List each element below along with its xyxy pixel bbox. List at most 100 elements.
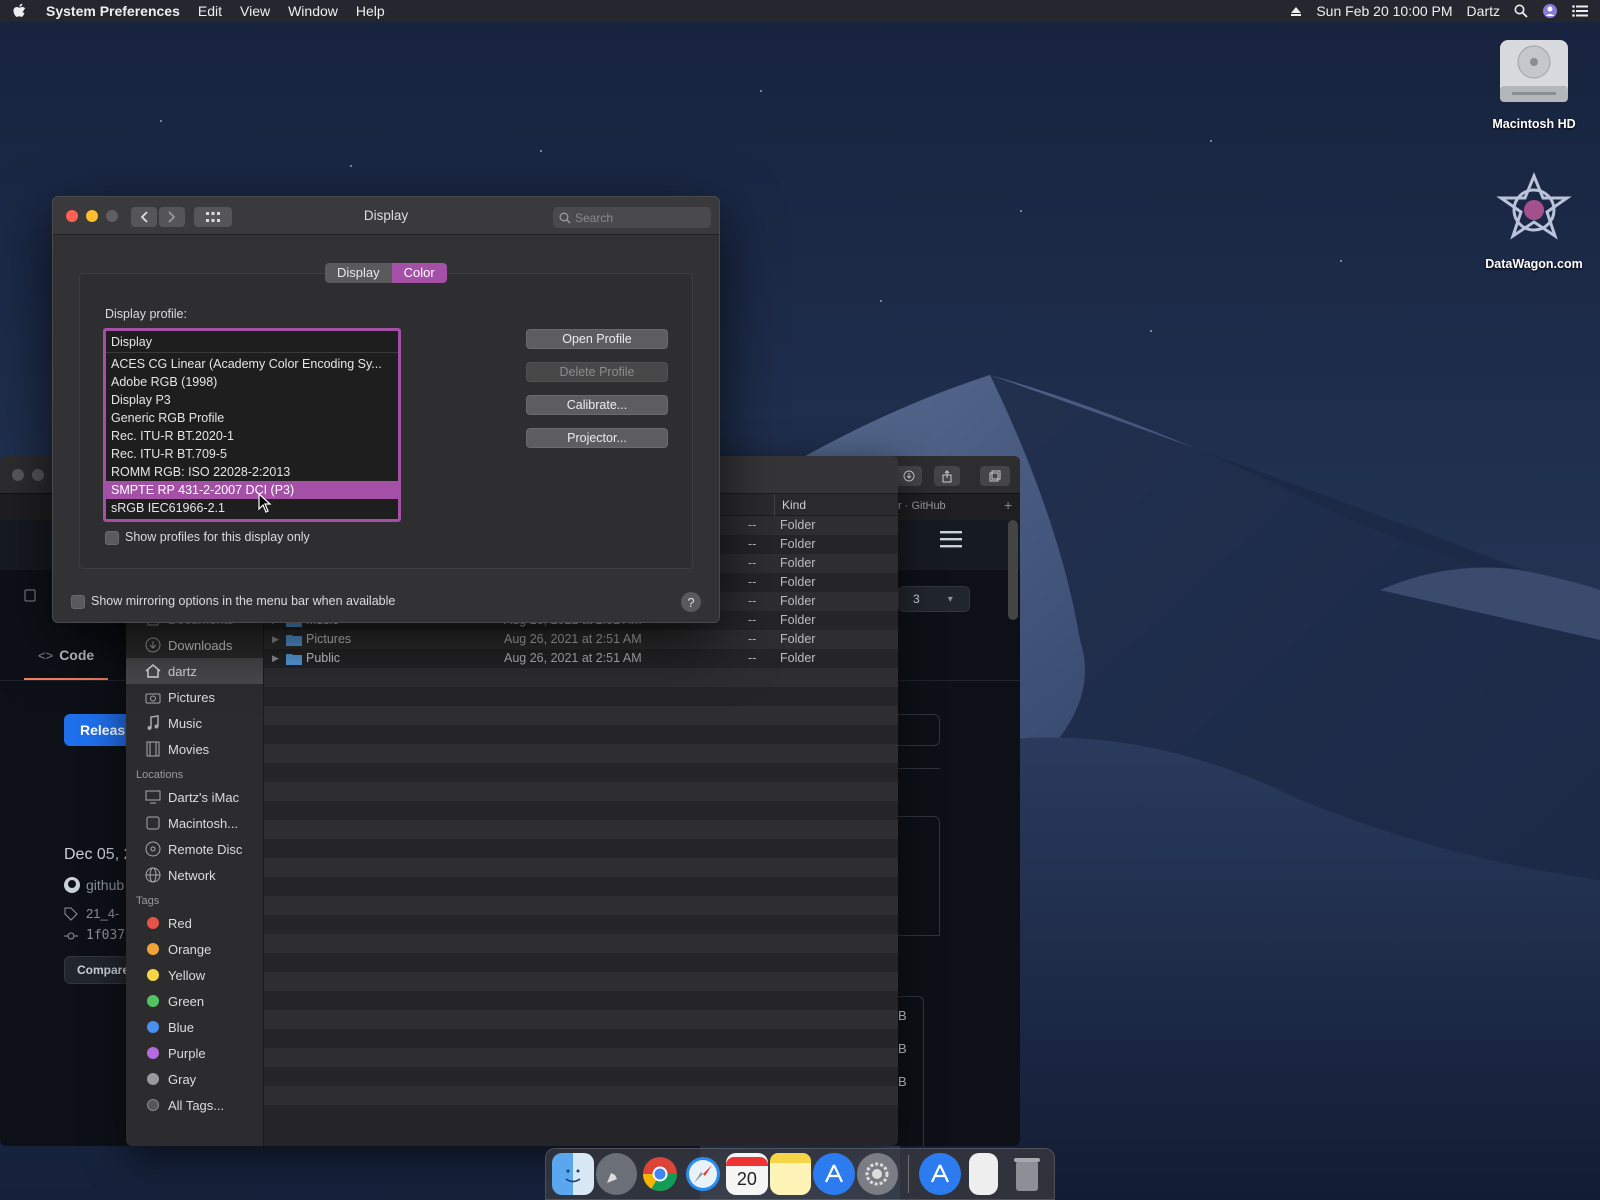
app-store-folder-icon[interactable]	[919, 1153, 961, 1195]
eject-icon[interactable]	[1290, 5, 1302, 17]
disclosure-triangle-icon[interactable]: ▶	[272, 634, 279, 645]
document-stack-icon[interactable]	[968, 1153, 999, 1195]
release-tag[interactable]: 21_4-	[64, 906, 119, 921]
sidebar-item-downloads[interactable]: Downloads	[126, 632, 263, 658]
sidebar-item-label: Dartz's iMac	[168, 789, 240, 805]
disclosure-triangle-icon[interactable]: ▶	[272, 653, 279, 664]
list-item[interactable]: ACES CG Linear (Academy Color Encoding S…	[106, 355, 398, 373]
siri-icon[interactable]	[1542, 3, 1558, 19]
browser-tab-title[interactable]: r · GitHub	[898, 500, 946, 512]
finder-icon[interactable]	[552, 1153, 594, 1195]
table-row	[264, 896, 898, 915]
list-item[interactable]: Rec. ITU-R BT.709-5	[106, 445, 398, 463]
list-item[interactable]: sRGB IEC61966-2.1	[106, 499, 398, 517]
disc-icon	[144, 841, 162, 857]
tag-label: Gray	[168, 1071, 197, 1087]
download-icon[interactable]	[896, 466, 922, 486]
show-profiles-checkbox[interactable]	[105, 531, 119, 545]
calendar-icon[interactable]: 20	[726, 1153, 768, 1195]
sidebar-tag-gray[interactable]: Gray	[126, 1066, 263, 1092]
list-item[interactable]: Display	[106, 331, 398, 353]
sidebar-item-remote-disc[interactable]: Remote Disc	[126, 836, 263, 862]
file-size: --	[748, 556, 757, 570]
clock[interactable]: Sun Feb 20 10:00 PM	[1316, 3, 1452, 19]
mirroring-checkbox[interactable]	[71, 595, 85, 609]
tag-label: Yellow	[168, 967, 206, 983]
search-input[interactable]: Search	[553, 207, 711, 228]
projector-button[interactable]: Projector...	[526, 428, 668, 448]
sidebar-tag-purple[interactable]: Purple	[126, 1040, 263, 1066]
release-author[interactable]: github	[64, 877, 124, 893]
display-profile-list[interactable]: Display ACES CG Linear (Academy Color En…	[103, 328, 401, 522]
notification-center-icon[interactable]	[1572, 5, 1588, 17]
menu-help[interactable]: Help	[356, 3, 385, 19]
list-item[interactable]: Rec. ITU-R BT.2020-1	[106, 427, 398, 445]
desktop-icon-datawagon[interactable]: DataWagon.com	[1474, 172, 1594, 271]
tab-code-label: Code	[59, 647, 95, 663]
delete-profile-button[interactable]: Delete Profile	[526, 362, 668, 382]
chevron-down-icon[interactable]: ▾	[948, 594, 953, 605]
list-item[interactable]: Adobe RGB (1998)	[106, 373, 398, 391]
user-menu[interactable]: Dartz	[1467, 3, 1500, 19]
spotlight-icon[interactable]	[1514, 4, 1528, 18]
fork-counter[interactable]: 3 ▾	[898, 586, 970, 612]
launchpad-icon[interactable]	[595, 1153, 638, 1195]
menu-window[interactable]: Window	[288, 3, 338, 19]
list-item[interactable]: SMPTE RP 431-2-2007 DCI (P3)	[106, 481, 398, 499]
safari-icon[interactable]	[683, 1153, 725, 1195]
apple-icon[interactable]	[12, 3, 28, 19]
desktop-icon-macintosh-hd[interactable]: Macintosh HD	[1474, 34, 1594, 131]
sidebar-item-dartz[interactable]: dartz	[126, 658, 263, 684]
help-button[interactable]: ?	[681, 592, 701, 612]
menu-edit[interactable]: Edit	[198, 3, 222, 19]
sidebar-tag-yellow[interactable]: Yellow	[126, 962, 263, 988]
calibrate-button[interactable]: Calibrate...	[526, 395, 668, 415]
tab-display[interactable]: Display	[325, 263, 392, 283]
list-item[interactable]: Display P3	[106, 391, 398, 409]
hamburger-menu-icon[interactable]	[940, 530, 962, 551]
tag-name: 21_4-	[86, 906, 120, 921]
sidebar-tag-green[interactable]: Green	[126, 988, 263, 1014]
trash-icon[interactable]	[1006, 1153, 1048, 1195]
chrome-icon[interactable]	[639, 1153, 681, 1195]
minimize-button-inactive[interactable]	[32, 469, 44, 481]
table-row	[264, 763, 898, 782]
table-row	[264, 1067, 898, 1086]
system-preferences-icon[interactable]	[856, 1153, 899, 1195]
sidebar-tag-red[interactable]: Red	[126, 910, 263, 936]
tabs-overview-icon[interactable]	[980, 466, 1010, 486]
search-field-fragment[interactable]	[898, 714, 940, 746]
table-row[interactable]: ▶ Pictures Aug 26, 2021 at 2:51 AM -- Folder	[264, 630, 898, 649]
share-icon[interactable]	[934, 466, 960, 486]
sidebar-item-label: Music	[168, 715, 202, 731]
scrollbar-thumb[interactable]	[1008, 520, 1018, 620]
app-store-icon[interactable]	[813, 1153, 855, 1195]
app-menu[interactable]: System Preferences	[46, 3, 180, 19]
gray-tag-icon	[147, 1073, 159, 1085]
notes-icon[interactable]	[769, 1153, 812, 1195]
release-commit[interactable]: 1f037	[64, 928, 125, 943]
sidebar-item-movies[interactable]: Movies	[126, 736, 263, 762]
tab-color[interactable]: Color	[391, 263, 447, 283]
list-item[interactable]: Generic RGB Profile	[106, 409, 398, 427]
sidebar-tag-orange[interactable]: Orange	[126, 936, 263, 962]
tab-code[interactable]: <> Code	[24, 632, 109, 680]
close-button-inactive[interactable]	[12, 469, 24, 481]
open-profile-button[interactable]: Open Profile	[526, 329, 668, 349]
sidebar-item-network[interactable]: Network	[126, 862, 263, 888]
menu-view[interactable]: View	[240, 3, 270, 19]
sidebar-item-music[interactable]: Music	[126, 710, 263, 736]
mirroring-label: Show mirroring options in the menu bar w…	[91, 594, 396, 608]
sidebar-item-imac[interactable]: Dartz's iMac	[126, 784, 263, 810]
list-item[interactable]: ROMM RGB: ISO 22028-2:2013	[106, 463, 398, 481]
sidebar-item-macintosh[interactable]: Macintosh...	[126, 810, 263, 836]
file-date: Aug 26, 2021 at 2:51 AM	[504, 632, 642, 646]
table-row[interactable]: ▶ Public Aug 26, 2021 at 2:51 AM -- Folder	[264, 649, 898, 668]
new-tab-icon[interactable]: +	[1004, 497, 1012, 513]
sidebar-tag-blue[interactable]: Blue	[126, 1014, 263, 1040]
sidebar-all-tags[interactable]: All Tags...	[126, 1092, 263, 1118]
sidebar-item-pictures[interactable]: Pictures	[126, 684, 263, 710]
column-header-kind[interactable]: Kind	[782, 498, 806, 512]
table-row	[264, 820, 898, 839]
code-icon: <>	[38, 647, 54, 663]
